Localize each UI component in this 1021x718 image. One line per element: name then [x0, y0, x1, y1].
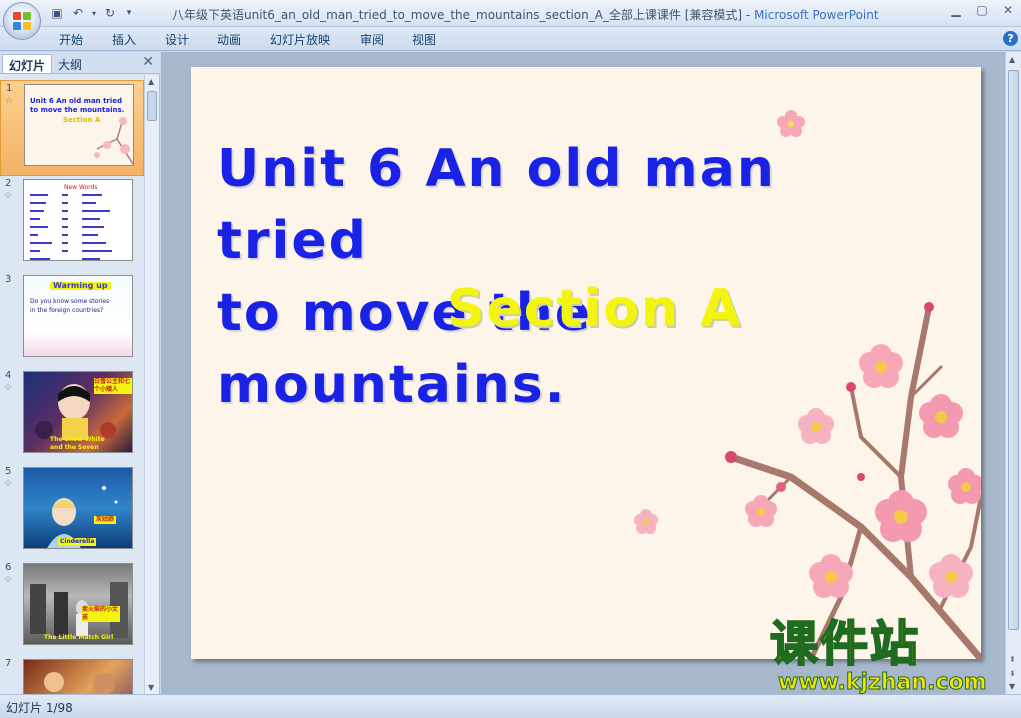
help-icon[interactable]: ?	[1003, 31, 1018, 46]
title-bar: ▣ ↶ ▾ ↻ ▾ 八年级下英语unit6_an_old_man_tried_t…	[0, 0, 1021, 40]
thumb-label-cn: 卖火柴的小女孩	[82, 606, 120, 622]
slides-panel: 幻灯片 大纲 ✕ 1 ☆ Unit 6 An old man tried to …	[0, 52, 160, 694]
scroll-up-icon[interactable]: ▲	[148, 77, 154, 86]
undo-icon[interactable]: ↶	[69, 5, 87, 22]
thumbnail-scrollbar[interactable]: ▲ ▼	[144, 75, 159, 694]
thumb-heading: New Words	[64, 184, 98, 191]
thumb-cinderella-icon	[47, 486, 118, 548]
maximize-icon[interactable]: ▢	[973, 2, 991, 18]
scrollbar-thumb[interactable]	[147, 91, 157, 121]
watermark: 课件站 www.kjzhan.com	[769, 616, 1010, 698]
thumbnail-image: Unit 6 An old man tried to move the moun…	[24, 84, 134, 166]
thumbnail-image: 灰姑娘 Cinderella	[23, 467, 133, 549]
tab-animations[interactable]: 动画	[217, 31, 241, 48]
slide-number: 1	[6, 83, 13, 94]
slide-number: 7	[5, 658, 12, 669]
minimize-icon[interactable]: ▁	[947, 2, 965, 18]
office-button[interactable]	[3, 2, 41, 40]
thumb-label-cn: 白雪公主和七个小矮人	[94, 378, 132, 394]
slide-number: 4	[5, 370, 12, 381]
plum-blossom-branch-icon	[634, 302, 981, 659]
thumbnail-slide-6[interactable]: 6 ☆ 卖火柴的小女孩 The Little Match Girl	[0, 560, 144, 656]
scroll-up-icon[interactable]: ▲	[1009, 55, 1015, 64]
thumbnail-slide-4[interactable]: 4 ☆ 白雪公主和七个小矮人 The Snow White and the Se…	[0, 368, 144, 464]
thumbnail-slide-1[interactable]: 1 ☆ Unit 6 An old man tried to move the …	[0, 80, 144, 176]
redo-icon[interactable]: ↻	[101, 5, 119, 22]
thumb-banner: Warming up	[50, 282, 111, 290]
thumb-aladdin-icon	[44, 672, 115, 694]
animation-star-icon: ☆	[4, 383, 13, 393]
ribbon-tabs: 开始 插入 设计 动画 幻灯片放映 审阅 视图 ?	[0, 27, 1021, 51]
slide-title-line1: Unit 6 An old man tried	[217, 139, 776, 271]
animation-star-icon: ☆	[4, 479, 13, 489]
thumb-matchgirl-icon	[30, 582, 128, 638]
tab-home[interactable]: 开始	[59, 31, 83, 48]
watermark-url: www.kjzhan.com	[778, 670, 988, 696]
thumb-label-en: Cinderella	[58, 538, 97, 546]
thumbnail-slide-7[interactable]: 7	[0, 656, 144, 694]
thumbnail-image: Warming up Do you know some stories in t…	[23, 275, 133, 357]
tab-design[interactable]: 设计	[165, 31, 189, 48]
slide-number: 2	[5, 178, 12, 189]
thumbnail-slide-3[interactable]: 3 Warming up Do you know some stories in…	[0, 272, 144, 368]
thumbnail-slide-5[interactable]: 5 ☆ 灰姑娘 Cinderella	[0, 464, 144, 560]
customize-qat-icon[interactable]: ▾	[122, 5, 136, 22]
tab-review[interactable]: 审阅	[360, 31, 384, 48]
quick-access-toolbar: ▣ ↶ ▾ ↻ ▾	[48, 4, 136, 23]
thumbnail-slide-2[interactable]: 2 ☆ New Words	[0, 176, 144, 272]
window-title: 八年级下英语unit6_an_old_man_tried_to_move_the…	[172, 6, 879, 23]
tab-slideshow[interactable]: 幻灯片放映	[270, 31, 330, 48]
thumbnail-image: 卖火柴的小女孩 The Little Match Girl	[23, 563, 133, 645]
thumbnail-image: 白雪公主和七个小矮人 The Snow White and the Seven …	[23, 371, 133, 453]
document-title: 八年级下英语unit6_an_old_man_tried_to_move_the…	[172, 8, 755, 22]
thumb-wordlist-icon	[30, 194, 112, 260]
thumb-label-cn: 灰姑娘	[94, 516, 117, 524]
animation-star-icon: ☆	[4, 575, 13, 585]
animation-star-icon: ☆	[5, 96, 14, 106]
current-slide[interactable]: Unit 6 An old man tried to move the moun…	[191, 67, 981, 659]
thumb-line1: Do you know some stories	[30, 298, 110, 305]
thumb-label-en: The Snow White and the Seven Dwarfs	[50, 436, 105, 451]
watermark-logo-text: 课件站	[769, 616, 921, 672]
tab-slides[interactable]: 幻灯片	[2, 54, 53, 73]
thumb-line2: in the foreign countries?	[30, 307, 104, 314]
window-controls: ▁ ▢ ✕	[947, 2, 1017, 18]
thumbnail-image: New Words	[23, 179, 133, 261]
slide-number: 3	[5, 274, 12, 285]
thumbnail-list: 1 ☆ Unit 6 An old man tried to move the …	[0, 75, 144, 694]
close-panel-icon[interactable]: ✕	[142, 54, 154, 70]
thumb-label-en: The Little Match Girl	[44, 634, 114, 641]
save-icon[interactable]: ▣	[48, 5, 66, 22]
undo-dropdown-icon[interactable]: ▾	[90, 5, 98, 22]
tab-outline[interactable]: 大纲	[52, 54, 88, 73]
next-slide-icon[interactable]: ⇟	[1009, 669, 1016, 678]
animation-star-icon: ☆	[4, 191, 13, 201]
app-name: Microsoft PowerPoint	[754, 8, 879, 22]
slide-scrollbar[interactable]: ▲ ⇞ ⇟ ▼	[1005, 52, 1021, 694]
tab-insert[interactable]: 插入	[112, 31, 136, 48]
scrollbar-thumb[interactable]	[1008, 70, 1019, 630]
slide-counter: 幻灯片 1/98	[6, 701, 73, 715]
thumb-blossom-icon	[94, 117, 133, 165]
close-icon[interactable]: ✕	[999, 2, 1017, 18]
slide-number: 5	[5, 466, 12, 477]
previous-slide-icon[interactable]: ⇞	[1009, 655, 1016, 664]
thumb-title-line1: Unit 6 An old man tried	[30, 97, 123, 105]
status-bar: 幻灯片 1/98	[0, 694, 1021, 718]
slide-number: 6	[5, 562, 12, 573]
panel-tabs: 幻灯片 大纲 ✕	[0, 52, 160, 74]
office-logo-icon	[13, 12, 32, 31]
thumbnail-image	[23, 659, 133, 694]
tab-view[interactable]: 视图	[412, 31, 436, 48]
scroll-down-icon[interactable]: ▼	[148, 683, 154, 692]
